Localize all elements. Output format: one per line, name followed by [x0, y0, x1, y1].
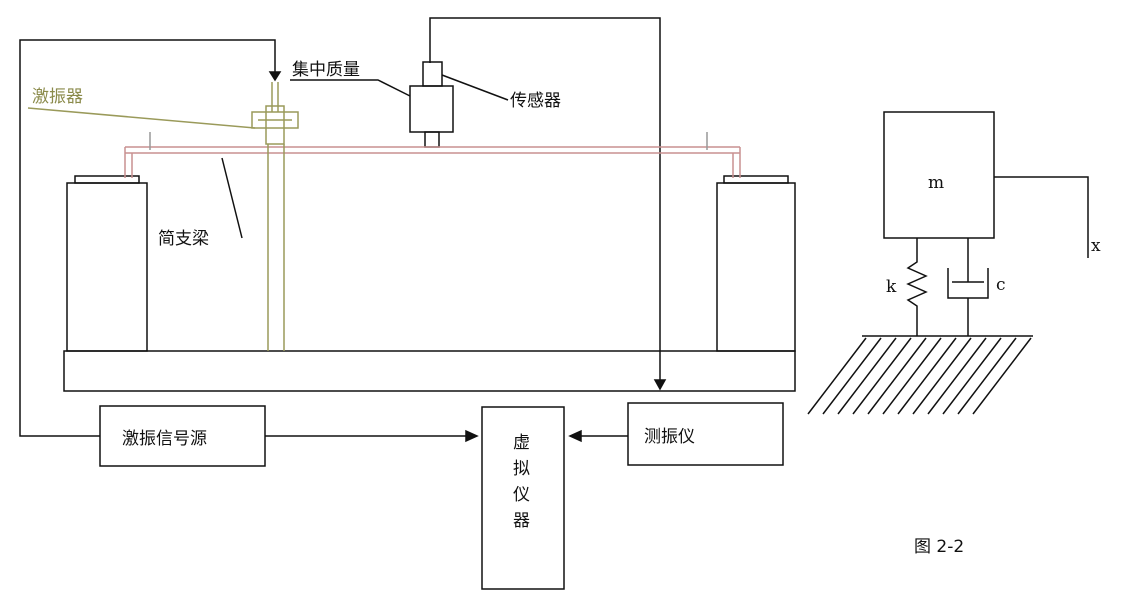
ground-hatch-line — [882, 337, 942, 415]
mass-mount — [424, 131, 440, 148]
ground-hatch-line — [807, 337, 867, 415]
left-support — [66, 175, 148, 352]
ground-hatch-line — [867, 337, 927, 415]
vibrometer-to-instrument-arrow — [568, 429, 582, 443]
sensor-signal-arrow — [653, 379, 667, 391]
virtual-instrument-label: 虚 拟 仪 器 — [513, 433, 530, 531]
ground-hatch-line — [942, 337, 1002, 415]
shaker-leader — [27, 107, 256, 129]
mass-symbol: m — [928, 173, 944, 193]
svg-text:虚: 虚 — [513, 433, 530, 453]
ground-hatch-line — [957, 337, 1017, 415]
sensor-leader — [441, 74, 509, 101]
sensor-head — [422, 61, 443, 87]
ground-hatch-line — [852, 337, 912, 415]
shaker-label: 激振器 — [32, 87, 83, 107]
ground-hatch-line — [897, 337, 957, 415]
svg-text:器: 器 — [513, 511, 530, 531]
support-leader — [221, 157, 243, 239]
shaker-drive-arrow — [268, 71, 282, 82]
svg-text:拟: 拟 — [513, 459, 530, 479]
signal-source-label: 激振信号源 — [122, 429, 207, 449]
sensor-signal-wire — [429, 17, 661, 380]
ground-hatch-line — [837, 337, 897, 415]
mass-leader — [290, 79, 411, 97]
support-label: 简支梁 — [158, 229, 209, 249]
damper — [947, 238, 989, 336]
base-platform — [63, 350, 796, 392]
ground-hatch-line — [822, 337, 882, 415]
sensor-label: 传感器 — [510, 91, 561, 111]
displacement-line — [994, 176, 1089, 258]
sdof-model — [807, 111, 1089, 415]
spring-symbol: k — [886, 277, 897, 297]
mass-label: 集中质量 — [292, 60, 360, 80]
vibrometer-label: 测振仪 — [644, 427, 695, 447]
ground-hatch-line — [972, 337, 1032, 415]
figure-canvas: 激振器 集中质量 传感器 简支梁 激振信号源 测振仪 虚 拟 仪 器 m k c… — [19, 17, 1101, 590]
ground-hatch — [807, 337, 1032, 415]
source-to-instrument-arrow — [465, 429, 479, 443]
simply-supported-beam — [124, 132, 741, 178]
concentrated-mass — [409, 85, 454, 133]
damper-symbol: c — [996, 275, 1006, 295]
svg-text:仪: 仪 — [513, 485, 530, 505]
displacement-symbol: x — [1091, 236, 1101, 256]
setup-diagram — [19, 17, 796, 590]
shaker — [27, 82, 299, 351]
spring — [906, 238, 928, 336]
right-support — [716, 175, 796, 352]
ground-hatch-line — [927, 337, 987, 415]
ground-hatch-line — [912, 337, 972, 415]
figure-caption: 图 2-2 — [914, 537, 964, 557]
